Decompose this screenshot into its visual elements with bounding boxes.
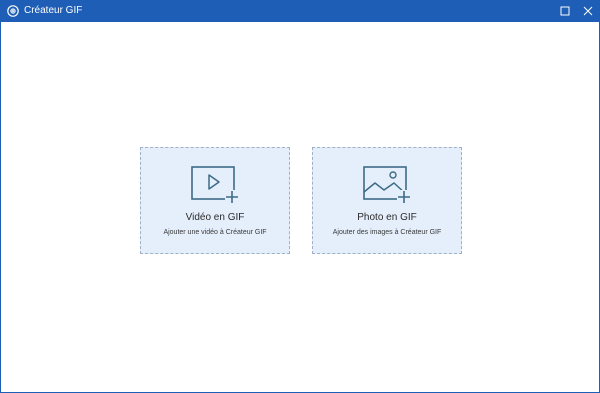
video-add-icon: [191, 166, 239, 204]
title-bar[interactable]: Créateur GIF: [0, 0, 600, 22]
close-icon: [583, 6, 593, 16]
close-button[interactable]: [576, 0, 600, 22]
video-card-title: Vidéo en GIF: [185, 212, 245, 223]
image-add-icon: [363, 166, 411, 204]
photo-card-subtitle: Ajouter des images à Créateur GIF: [332, 229, 442, 236]
photo-card-title: Photo en GIF: [357, 212, 417, 223]
video-to-gif-card[interactable]: Vidéo en GIF Ajouter une vidéo à Créateu…: [140, 147, 290, 254]
window-title: Créateur GIF: [24, 5, 83, 16]
maximize-icon: [560, 6, 570, 16]
app-window: Créateur GIF Vidéo en GIF Ajouter une vi…: [0, 0, 600, 393]
video-card-subtitle: Ajouter une vidéo à Créateur GIF: [163, 229, 267, 236]
maximize-button[interactable]: [553, 0, 577, 22]
photo-to-gif-card[interactable]: Photo en GIF Ajouter des images à Créate…: [312, 147, 462, 254]
app-icon: [7, 5, 19, 17]
